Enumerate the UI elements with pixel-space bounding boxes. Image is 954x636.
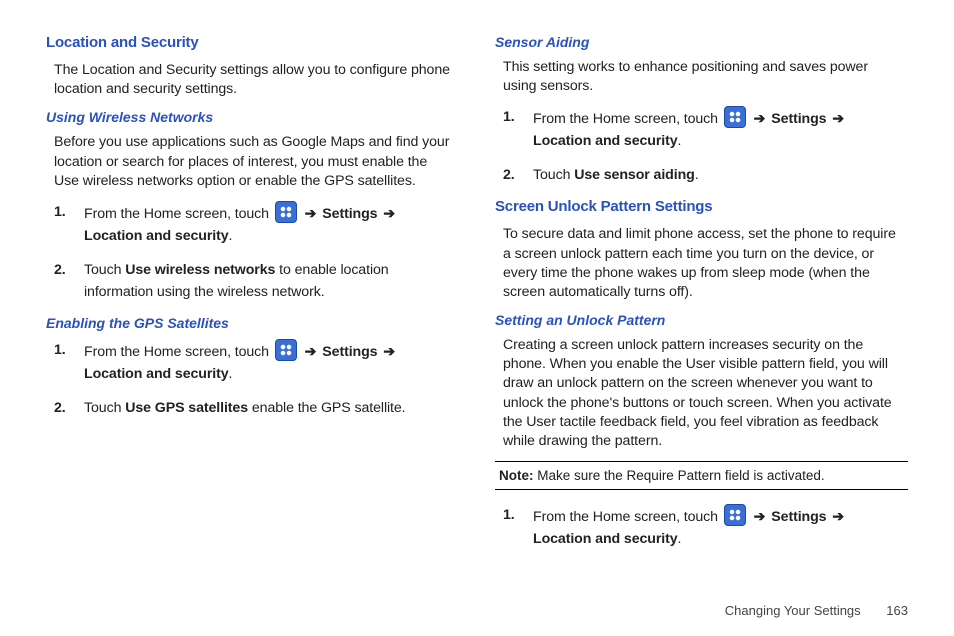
list-content: From the Home screen, touch ➔ Settings ➔… xyxy=(84,201,455,247)
list-item: 1. From the Home screen, touch ➔ Setting… xyxy=(54,201,455,247)
nav-bold: Settings xyxy=(322,344,377,360)
paragraph: To secure data and limit phone access, s… xyxy=(503,225,904,302)
text: . xyxy=(678,531,682,547)
text: . xyxy=(229,228,233,244)
bold-term: Use wireless networks xyxy=(125,262,275,278)
note-box: Note: Make sure the Require Pattern fiel… xyxy=(495,461,908,490)
nav-bold: Settings xyxy=(771,111,826,127)
page-footer: Changing Your Settings 163 xyxy=(725,603,908,618)
list-item: 1. From the Home screen, touch ➔ Setting… xyxy=(54,339,455,385)
list-content: Touch Use sensor aiding. xyxy=(533,164,699,186)
nav-bold: Location and security xyxy=(84,366,229,382)
arrow-icon: ➔ xyxy=(383,206,395,222)
heading-screen-unlock: Screen Unlock Pattern Settings xyxy=(495,198,908,215)
list-content: From the Home screen, touch ➔ Settings ➔… xyxy=(533,504,904,550)
paragraph: The Location and Security settings allow… xyxy=(54,61,455,99)
text: From the Home screen, touch xyxy=(84,206,273,222)
note-label: Note: xyxy=(499,468,534,483)
nav-bold: Settings xyxy=(322,206,377,222)
list-content: From the Home screen, touch ➔ Settings ➔… xyxy=(84,339,455,385)
subheading-gps-satellites: Enabling the GPS Satellites xyxy=(46,315,459,331)
paragraph: Before you use applications such as Goog… xyxy=(54,133,455,191)
text: From the Home screen, touch xyxy=(533,111,722,127)
list-number: 1. xyxy=(54,339,84,385)
apps-icon xyxy=(275,201,297,223)
list-item: 1. From the Home screen, touch ➔ Setting… xyxy=(503,504,904,550)
bold-term: Use GPS satellites xyxy=(125,400,248,416)
nav-bold: Location and security xyxy=(84,228,229,244)
list-item: 2. Touch Use sensor aiding. xyxy=(503,164,904,186)
list-item: 2. Touch Use wireless networks to enable… xyxy=(54,259,455,303)
paragraph: Creating a screen unlock pattern increas… xyxy=(503,336,904,451)
ordered-list: 1. From the Home screen, touch ➔ Setting… xyxy=(54,201,455,303)
right-column: Sensor Aiding This setting works to enha… xyxy=(495,34,908,562)
ordered-list: 1. From the Home screen, touch ➔ Setting… xyxy=(503,106,904,186)
text: enable the GPS satellite. xyxy=(248,400,406,416)
text: From the Home screen, touch xyxy=(84,344,273,360)
list-content: Touch Use GPS satellites enable the GPS … xyxy=(84,397,406,419)
arrow-icon: ➔ xyxy=(383,344,395,360)
text: Touch xyxy=(84,400,125,416)
heading-location-security: Location and Security xyxy=(46,34,459,51)
page-number: 163 xyxy=(886,603,908,618)
arrow-icon: ➔ xyxy=(832,509,844,525)
list-number: 2. xyxy=(54,259,84,303)
list-content: From the Home screen, touch ➔ Settings ➔… xyxy=(533,106,904,152)
arrow-icon: ➔ xyxy=(754,111,766,127)
nav-bold: Settings xyxy=(771,509,826,525)
apps-icon xyxy=(724,106,746,128)
text: Touch xyxy=(533,167,574,183)
list-item: 2. Touch Use GPS satellites enable the G… xyxy=(54,397,455,419)
list-number: 2. xyxy=(503,164,533,186)
footer-section: Changing Your Settings xyxy=(725,603,861,618)
arrow-icon: ➔ xyxy=(305,206,317,222)
list-number: 1. xyxy=(503,106,533,152)
text: From the Home screen, touch xyxy=(533,509,722,525)
subheading-sensor-aiding: Sensor Aiding xyxy=(495,34,908,50)
list-number: 1. xyxy=(503,504,533,550)
arrow-icon: ➔ xyxy=(305,344,317,360)
arrow-icon: ➔ xyxy=(832,111,844,127)
apps-icon xyxy=(724,504,746,526)
left-column: Location and Security The Location and S… xyxy=(46,34,459,562)
list-item: 1. From the Home screen, touch ➔ Setting… xyxy=(503,106,904,152)
nav-bold: Location and security xyxy=(533,133,678,149)
subheading-wireless-networks: Using Wireless Networks xyxy=(46,109,459,125)
ordered-list: 1. From the Home screen, touch ➔ Setting… xyxy=(54,339,455,419)
text: . xyxy=(695,167,699,183)
note-text: Make sure the Require Pattern field is a… xyxy=(534,468,825,483)
list-number: 2. xyxy=(54,397,84,419)
list-content: Touch Use wireless networks to enable lo… xyxy=(84,259,455,303)
ordered-list: 1. From the Home screen, touch ➔ Setting… xyxy=(503,504,904,550)
text: Touch xyxy=(84,262,125,278)
text: . xyxy=(229,366,233,382)
paragraph: This setting works to enhance positionin… xyxy=(503,58,904,96)
list-number: 1. xyxy=(54,201,84,247)
arrow-icon: ➔ xyxy=(754,509,766,525)
apps-icon xyxy=(275,339,297,361)
subheading-unlock-pattern: Setting an Unlock Pattern xyxy=(495,312,908,328)
bold-term: Use sensor aiding xyxy=(574,167,695,183)
text: . xyxy=(678,133,682,149)
nav-bold: Location and security xyxy=(533,531,678,547)
two-column-layout: Location and Security The Location and S… xyxy=(46,34,908,562)
